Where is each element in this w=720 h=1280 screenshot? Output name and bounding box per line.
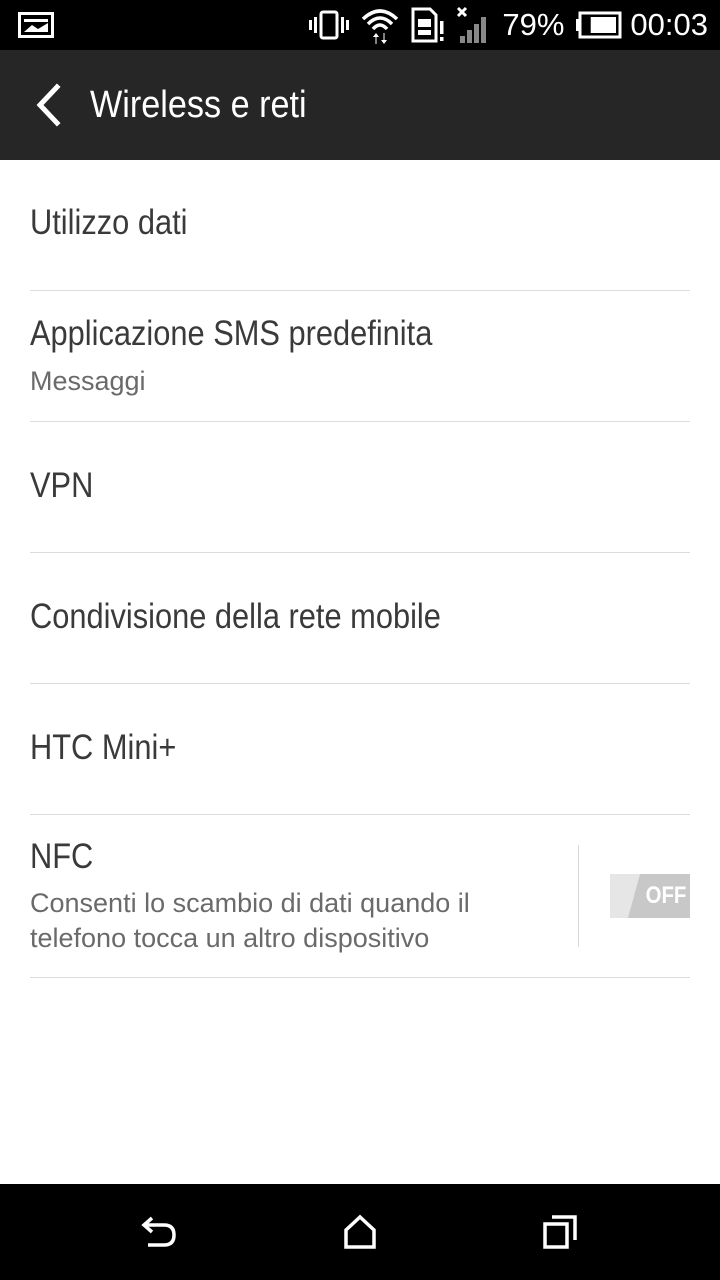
status-bar: 79% 00:03 bbox=[0, 0, 720, 50]
back-button[interactable] bbox=[18, 70, 78, 140]
nav-back-button[interactable] bbox=[130, 1202, 190, 1262]
nav-home-button[interactable] bbox=[330, 1202, 390, 1262]
item-subtitle: Consenti lo scambio di dati quando il bbox=[30, 888, 470, 918]
home-icon bbox=[344, 1214, 376, 1249]
wifi-data-icon bbox=[362, 9, 399, 44]
setting-item-vpn[interactable]: VPN bbox=[30, 422, 690, 553]
back-icon bbox=[141, 1216, 176, 1247]
setting-item-nfc[interactable]: NFC Consenti lo scambio di dati quando i… bbox=[30, 815, 690, 978]
nfc-toggle[interactable]: OFF bbox=[610, 874, 690, 918]
nav-recent-apps-button[interactable] bbox=[530, 1202, 590, 1262]
battery-percent: 79% bbox=[502, 7, 565, 42]
page-title: Wireless e reti bbox=[90, 84, 307, 126]
status-icons: 79% 00:03 bbox=[308, 0, 708, 50]
nfc-text: NFC Consenti lo scambio di dati quando i… bbox=[30, 815, 570, 977]
recent-apps-icon bbox=[543, 1215, 577, 1249]
vibrate-icon bbox=[309, 10, 350, 40]
toggle-label: OFF bbox=[645, 882, 687, 909]
battery-icon bbox=[576, 11, 622, 39]
item-subtitle: Messaggi bbox=[30, 366, 146, 396]
sim-alert-icon bbox=[411, 7, 444, 43]
setting-item-default-sms-app[interactable]: Applicazione SMS predefinita Messaggi bbox=[30, 291, 690, 422]
item-title: VPN bbox=[30, 466, 94, 505]
divider bbox=[578, 845, 579, 947]
item-subtitle: telefono tocca un altro dispositivo bbox=[30, 923, 430, 953]
item-title: Utilizzo dati bbox=[30, 203, 188, 242]
status-clock: 00:03 bbox=[630, 7, 708, 42]
setting-item-tethering[interactable]: Condivisione della rete mobile bbox=[30, 553, 690, 684]
action-bar: Wireless e reti bbox=[0, 50, 720, 160]
navigation-bar bbox=[0, 1184, 720, 1280]
item-title: Condivisione della rete mobile bbox=[30, 597, 441, 636]
item-title: HTC Mini+ bbox=[30, 728, 177, 767]
settings-screen: 79% 00:03 Wireless e reti Utilizzo dati … bbox=[0, 0, 720, 1280]
settings-list: Utilizzo dati Applicazione SMS predefini… bbox=[30, 160, 690, 978]
item-title: Applicazione SMS predefinita bbox=[30, 314, 433, 353]
image-notification-icon bbox=[18, 12, 54, 38]
item-title: NFC bbox=[30, 837, 94, 876]
chevron-left-icon bbox=[36, 83, 61, 127]
no-signal-icon bbox=[457, 6, 487, 43]
setting-item-htc-mini[interactable]: HTC Mini+ bbox=[30, 684, 690, 815]
setting-item-data-usage[interactable]: Utilizzo dati bbox=[30, 160, 690, 291]
